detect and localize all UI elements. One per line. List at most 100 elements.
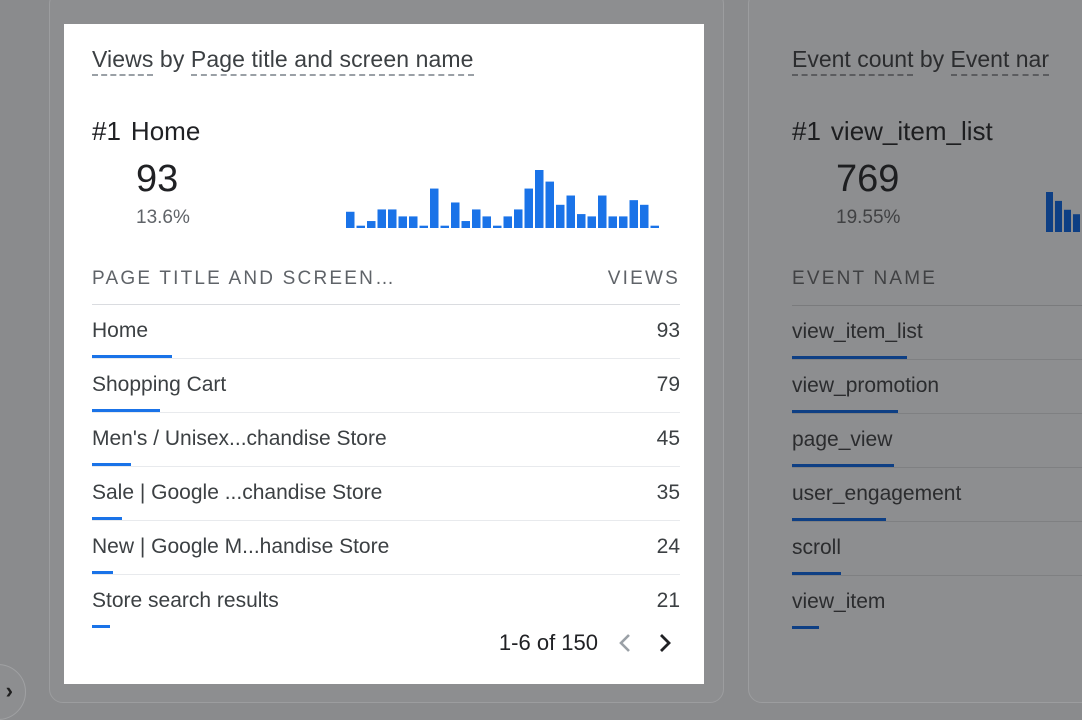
events-dimension-selector[interactable]: Event nar	[950, 46, 1049, 76]
sparkline-bar	[367, 221, 376, 228]
sparkline-bar	[398, 216, 407, 228]
events-sparkline-chart	[1046, 192, 1080, 232]
sparkline-bar	[482, 216, 491, 228]
table-row[interactable]: Home 93	[92, 305, 680, 359]
sparkline-bar	[556, 204, 565, 228]
sparkline-bar	[619, 216, 628, 228]
sparkline-bar	[514, 209, 523, 228]
sparkline-bar	[598, 195, 607, 228]
events-table-row[interactable]: view_item	[792, 576, 1082, 629]
sparkline-bar	[545, 181, 554, 228]
prev-page-button[interactable]	[612, 628, 638, 658]
row-bar	[92, 409, 160, 412]
sparkline-bar	[650, 225, 659, 228]
row-bar	[92, 355, 172, 358]
events-row-bar	[792, 626, 819, 629]
row-label: Store search results	[92, 589, 279, 612]
pagination-range: 1-6 of 150	[498, 630, 598, 655]
row-label: Home	[92, 319, 149, 342]
events-row-label: view_promotion	[792, 374, 940, 397]
sparkline-bar	[1073, 214, 1080, 232]
sparkline-bar	[1055, 200, 1062, 232]
sparkline-bar	[503, 216, 512, 228]
chevron-left-icon	[619, 634, 630, 652]
row-label: Sale | Google ...chandise Store	[92, 481, 383, 504]
metric-selector[interactable]: Views	[92, 46, 154, 76]
sparkline-bar	[493, 225, 502, 228]
sparkline-bar	[577, 214, 586, 228]
table-row[interactable]: Shopping Cart 79	[92, 359, 680, 413]
row-value: 79	[656, 373, 680, 396]
events-table-row[interactable]: page_view	[792, 414, 1082, 468]
events-table-row[interactable]: view_promotion	[792, 360, 1082, 414]
chevron-right-icon	[660, 634, 671, 652]
events-row-bar	[792, 572, 841, 575]
side-panel-toggle-button[interactable]: ›	[0, 664, 26, 720]
events-row-label: user_engagement	[792, 482, 962, 505]
pagination: 1-6 of 150	[499, 628, 678, 658]
row-value: 93	[656, 319, 680, 342]
sparkline-bar	[409, 216, 418, 228]
events-table-row[interactable]: view_item_list	[792, 306, 1082, 360]
events-table-row[interactable]: user_engagement	[792, 468, 1082, 522]
sparkline-bar	[608, 216, 617, 228]
sparkline-bar	[524, 188, 533, 228]
events-row-label: view_item_list	[792, 320, 923, 343]
title-by-text: by	[153, 46, 191, 72]
row-bar	[92, 571, 113, 574]
events-table-body: view_item_list view_promotion page_view …	[792, 305, 1082, 629]
views-by-page-title-card: Views by Page title and screen name #1 Ho…	[64, 24, 704, 684]
chevron-right-icon: ›	[5, 678, 13, 703]
events-title-by-text: by	[913, 46, 951, 72]
top-item: #1 Home	[92, 116, 200, 147]
sparkline-bar	[356, 225, 365, 228]
sparkline-bar	[1064, 209, 1071, 232]
events-row-label: scroll	[792, 536, 842, 559]
top-rank: #1	[92, 116, 121, 146]
row-bar	[92, 517, 122, 520]
column-header-value: VIEWS	[607, 268, 680, 289]
sparkline-bar	[566, 195, 575, 228]
table-body: Home 93 Shopping Cart 79 Men's / Unisex...…	[92, 305, 680, 628]
table-row[interactable]: Store search results 21	[92, 575, 680, 628]
events-top-item-name: view_item_list	[830, 116, 993, 146]
sparkline-bar	[440, 225, 449, 228]
table-row[interactable]: New | Google M...handise Store 24	[92, 521, 680, 575]
dimension-selector[interactable]: Page title and screen name	[190, 46, 474, 76]
events-top-rank: #1	[792, 116, 821, 146]
row-bar	[92, 625, 110, 628]
table-row[interactable]: Men's / Unisex...chandise Store 45	[92, 413, 680, 467]
sparkline-bar	[461, 221, 470, 228]
events-row-bar	[792, 410, 898, 413]
events-top-item: #1 view_item_list	[792, 116, 993, 147]
row-value: 24	[656, 535, 680, 558]
top-item-name: Home	[130, 116, 201, 146]
sparkline-bar	[346, 211, 355, 228]
events-row-label: view_item	[792, 590, 886, 613]
column-header-name: PAGE TITLE AND SCREEN…	[92, 268, 397, 289]
sparkline-bar	[430, 188, 439, 228]
next-page-button[interactable]	[652, 628, 678, 658]
row-label: Men's / Unisex...chandise Store	[92, 427, 387, 450]
top-item-percent: 13.6%	[136, 207, 190, 228]
events-row-label: page_view	[792, 428, 893, 451]
sparkline-bar	[472, 209, 481, 228]
sparkline-bar	[587, 216, 596, 228]
events-top-percent: 19.55%	[836, 207, 901, 228]
sparkline-bar	[535, 170, 544, 228]
row-value: 35	[656, 481, 680, 504]
events-row-bar	[792, 518, 886, 521]
events-card-title: Event count by Event nar	[792, 46, 1049, 76]
events-table-row[interactable]: scroll	[792, 522, 1082, 576]
row-label: New | Google M...handise Store	[92, 535, 390, 558]
table-row[interactable]: Sale | Google ...chandise Store 35	[92, 467, 680, 521]
events-column-header-name: EVENT NAME	[792, 268, 938, 289]
events-top-value: 769	[836, 158, 900, 200]
events-metric-selector[interactable]: Event count	[792, 46, 914, 76]
sparkline-chart	[346, 170, 659, 228]
sparkline-bar	[388, 209, 397, 228]
events-row-bar	[792, 464, 894, 467]
events-row-bar	[792, 356, 907, 359]
row-value: 45	[656, 427, 680, 450]
sparkline-bar	[419, 225, 428, 228]
